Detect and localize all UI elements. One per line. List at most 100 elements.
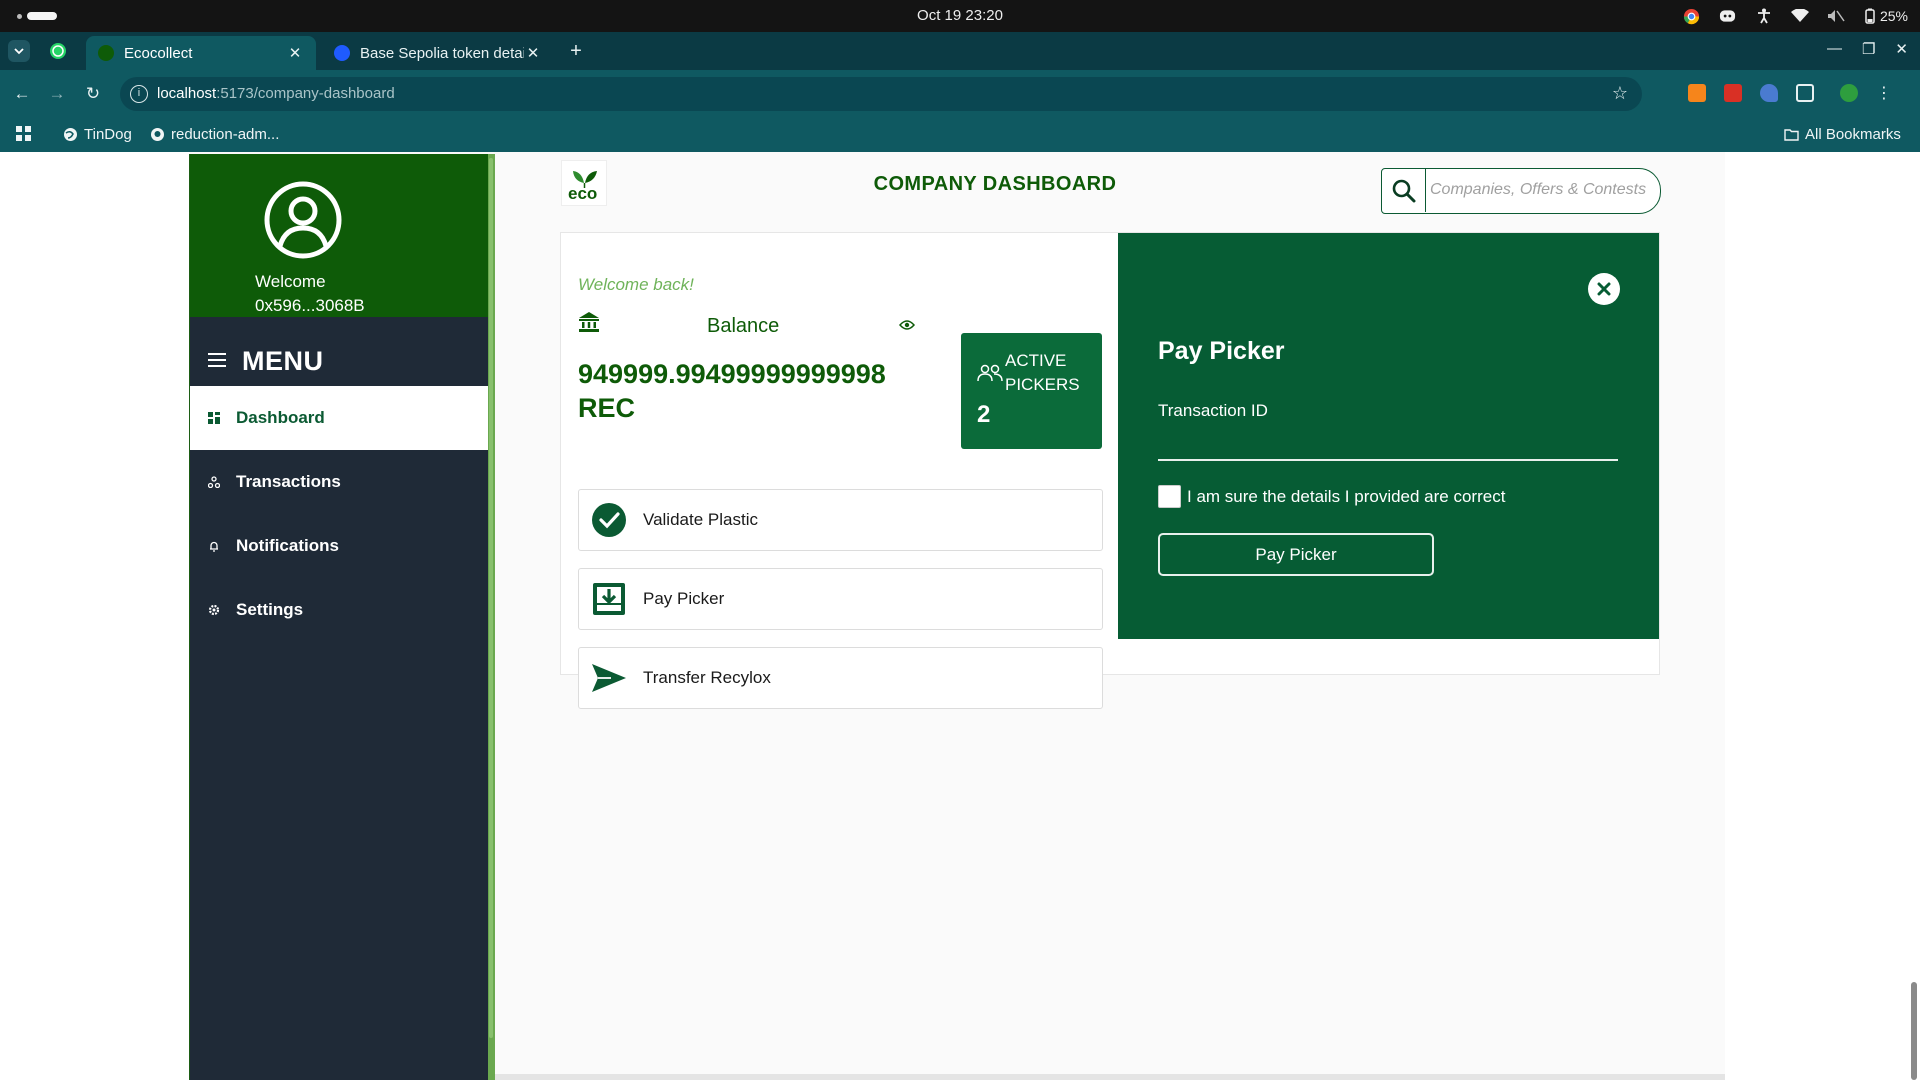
balance-amount: 949999.99499999999998 (578, 359, 886, 389)
confirm-checkbox[interactable] (1158, 485, 1181, 508)
sidebar-item-label: Transactions (236, 472, 341, 491)
github-icon (151, 128, 164, 141)
check-circle-icon (591, 502, 627, 538)
url-text[interactable]: localhost:5173/company-dashboard (157, 85, 395, 102)
page-title: COMPANY DASHBOARD (873, 173, 1117, 195)
sidebar: Welcome 0x596...3068B MENU Dashboard Tra… (189, 154, 495, 1080)
transfer-recylox-button[interactable]: Transfer Recylox (578, 647, 1103, 709)
confirm-details-label[interactable]: I am sure the details I provided are cor… (1187, 487, 1505, 507)
globe-icon (64, 128, 77, 141)
sidebar-item-transactions[interactable]: Transactions (190, 450, 488, 514)
transaction-id-label: Transaction ID (1158, 401, 1268, 420)
hamburger-menu-icon[interactable] (208, 353, 226, 367)
whatsapp-icon (50, 43, 66, 59)
profile-avatar-icon[interactable] (1840, 84, 1858, 102)
address-bar[interactable]: i localhost:5173/company-dashboard ☆ (120, 77, 1642, 111)
battery-indicator[interactable]: 25% (1863, 8, 1908, 24)
confirm-details-row[interactable]: I am sure the details I provided are cor… (1158, 485, 1505, 508)
window-controls: — ❐ ✕ (1827, 40, 1908, 58)
user-avatar-icon[interactable] (263, 180, 343, 260)
folder-icon (1784, 129, 1799, 141)
eye-icon[interactable] (899, 319, 915, 331)
pay-picker-panel: Pay Picker Transaction ID I am sure the … (1118, 233, 1659, 639)
tab-title: Base Sepolia token detai (360, 44, 524, 62)
balance-label: Balance (707, 315, 780, 337)
sidebar-scrollbar-thumb[interactable] (489, 158, 493, 1038)
send-icon (591, 660, 627, 696)
page-scrollbar-thumb[interactable] (1911, 982, 1917, 1080)
forward-arrow-icon[interactable]: → (47, 84, 67, 104)
extension-red-icon[interactable] (1724, 84, 1742, 102)
restore-icon[interactable]: ❐ (1862, 40, 1875, 58)
horizontal-scrollbar[interactable] (495, 1074, 1725, 1080)
metamask-icon[interactable] (1688, 84, 1706, 102)
sidebar-item-notifications[interactable]: Notifications (190, 514, 488, 578)
close-icon[interactable]: ✕ (286, 44, 304, 62)
search-icon (1392, 179, 1415, 202)
accessibility-icon[interactable] (1755, 7, 1773, 25)
bookmark-tindog[interactable]: TinDog (63, 126, 132, 143)
all-bookmarks-folder[interactable]: All Bookmarks (1784, 126, 1901, 143)
validate-plastic-button[interactable]: Validate Plastic (578, 489, 1103, 551)
chrome-icon[interactable] (1683, 7, 1701, 25)
minimize-icon[interactable]: — (1827, 40, 1842, 58)
extensions-row: ⋮ (1688, 83, 1892, 103)
sidebar-item-dashboard[interactable]: Dashboard (190, 386, 488, 450)
balance-unit: REC (578, 393, 636, 423)
apps-grid-icon[interactable] (16, 126, 31, 141)
tab-title: Ecocollect (124, 44, 193, 62)
tab-ecocollect[interactable]: Ecocollect ✕ (86, 36, 316, 70)
close-icon[interactable]: ✕ (524, 44, 542, 62)
new-tab-button[interactable]: + (566, 40, 586, 63)
active-pickers-count: 2 (977, 401, 991, 428)
site-info-icon[interactable]: i (130, 85, 148, 103)
active-pickers-card[interactable]: ACTIVE PICKERS 2 (961, 333, 1102, 449)
discord-icon[interactable] (1719, 7, 1737, 25)
search-input[interactable] (1430, 171, 1652, 209)
pay-picker-title: Pay Picker (1158, 337, 1285, 365)
os-top-bar: Oct 19 23:20 25% (0, 0, 1920, 32)
kebab-menu-icon[interactable]: ⋮ (1876, 83, 1892, 103)
pay-picker-submit-button[interactable]: Pay Picker (1158, 533, 1434, 576)
sidebar-profile-header: Welcome 0x596...3068B (190, 154, 488, 317)
users-icon (977, 364, 1003, 382)
bank-icon (579, 312, 599, 332)
grid-icon (208, 412, 220, 424)
puzzle-icon[interactable] (1796, 84, 1814, 102)
search-button[interactable] (1382, 169, 1426, 212)
welcome-back-text: Welcome back! (578, 275, 694, 294)
bookmark-reduction-adm[interactable]: reduction-adm... (150, 126, 279, 143)
sidebar-item-label: Notifications (236, 536, 339, 555)
system-clock[interactable]: Oct 19 23:20 (0, 7, 1920, 24)
reload-icon[interactable]: ↻ (83, 84, 103, 104)
back-arrow-icon[interactable]: ← (12, 84, 32, 104)
search-box (1381, 168, 1661, 214)
menu-header: MENU (190, 339, 488, 383)
extension-blue-icon[interactable] (1760, 84, 1778, 102)
welcome-label: Welcome (255, 272, 326, 291)
page-viewport: Welcome 0x596...3068B MENU Dashboard Tra… (0, 152, 1920, 1080)
logo-text: eco (568, 184, 598, 203)
chevron-down-icon (14, 47, 24, 54)
transaction-id-input[interactable] (1158, 429, 1618, 461)
close-window-icon[interactable]: ✕ (1895, 40, 1908, 58)
eco-logo[interactable]: eco (561, 160, 607, 206)
wifi-icon[interactable] (1790, 7, 1809, 25)
menu-title: MENU (242, 346, 324, 376)
sidebar-item-label: Settings (236, 600, 304, 619)
battery-percent: 25% (1879, 8, 1908, 24)
tab-search-button[interactable] (8, 40, 30, 62)
gear-icon (208, 604, 220, 616)
system-tray[interactable]: 25% (1683, 4, 1908, 28)
bookmark-star-icon[interactable]: ☆ (1612, 83, 1628, 104)
sidebar-item-settings[interactable]: Settings (190, 578, 488, 642)
pinned-tab-whatsapp[interactable] (48, 41, 68, 61)
tab-base-sepolia[interactable]: Base Sepolia token detai ✕ (322, 36, 554, 70)
browser-toolbar: ← → ↻ i localhost:5173/company-dashboard… (0, 70, 1920, 118)
close-panel-button[interactable] (1588, 273, 1620, 305)
sidebar-item-label: Dashboard (236, 408, 325, 427)
battery-icon (1865, 8, 1875, 24)
pay-picker-button[interactable]: Pay Picker (578, 568, 1103, 630)
base-favicon (334, 45, 350, 61)
volume-muted-icon[interactable] (1827, 7, 1845, 25)
